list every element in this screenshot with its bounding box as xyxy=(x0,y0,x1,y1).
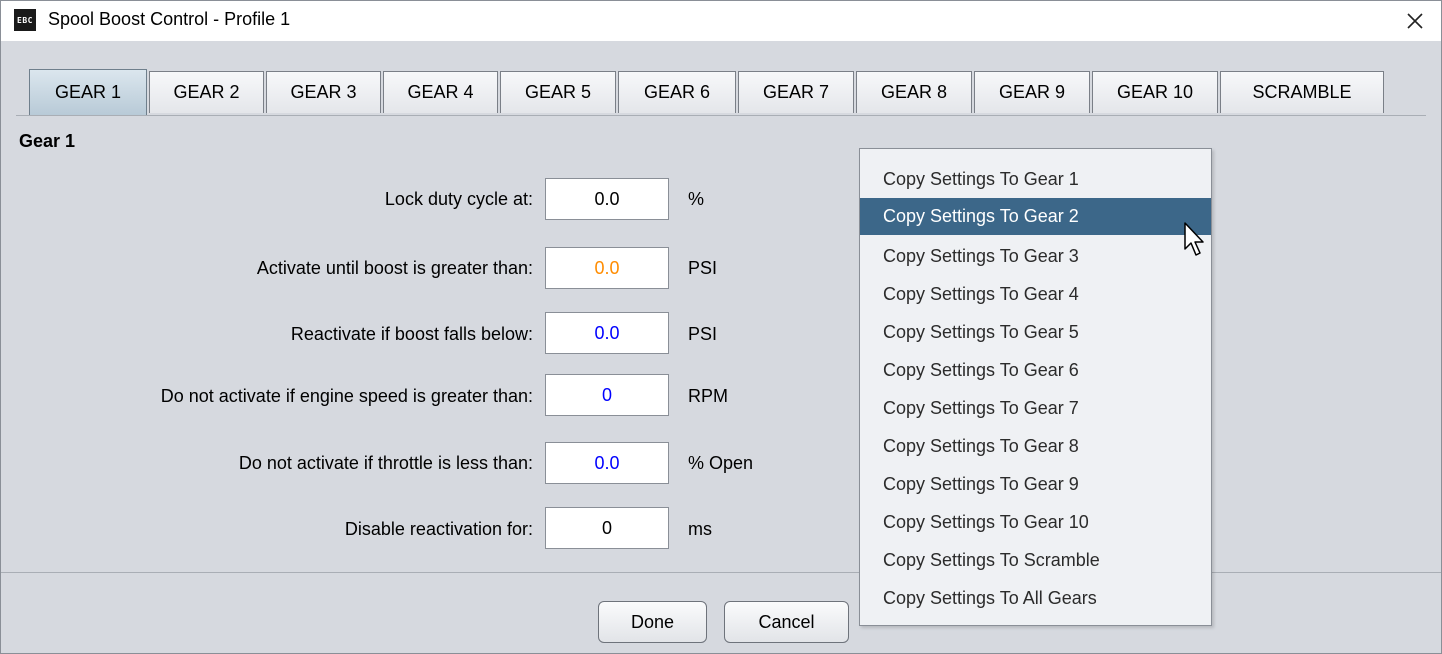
engine-speed-unit: RPM xyxy=(688,386,728,406)
cancel-button[interactable]: Cancel xyxy=(724,601,849,643)
section-title: Gear 1 xyxy=(19,131,76,151)
disable-reactivation-unit: ms xyxy=(688,519,712,539)
menu-item-copy-gear-5[interactable]: Copy Settings To Gear 5 xyxy=(860,314,1211,351)
tab-gear-5[interactable]: GEAR 5 xyxy=(500,71,616,113)
activate-until-boost-label: Activate until boost is greater than: xyxy=(256,258,533,278)
dialog-window: EBC Spool Boost Control - Profile 1 GEAR… xyxy=(0,0,1442,654)
close-button[interactable] xyxy=(1395,3,1435,39)
menu-item-copy-gear-10[interactable]: Copy Settings To Gear 10 xyxy=(860,504,1211,541)
tab-gear-4[interactable]: GEAR 4 xyxy=(383,71,498,113)
tab-gear-8[interactable]: GEAR 8 xyxy=(856,71,972,113)
tab-gear-9[interactable]: GEAR 9 xyxy=(974,71,1090,113)
throttle-value: 0.0 xyxy=(594,452,620,473)
reactivate-boost-input[interactable]: 0.0 xyxy=(545,312,669,354)
window-title: Spool Boost Control - Profile 1 xyxy=(48,9,291,29)
disable-reactivation-label: Disable reactivation for: xyxy=(344,519,533,539)
tab-gear-7[interactable]: GEAR 7 xyxy=(738,71,854,113)
menu-item-copy-gear-7[interactable]: Copy Settings To Gear 7 xyxy=(860,390,1211,427)
mouse-pointer-icon xyxy=(1184,222,1204,256)
lock-duty-cycle-label: Lock duty cycle at: xyxy=(384,189,533,209)
reactivate-boost-label: Reactivate if boost falls below: xyxy=(290,324,533,344)
menu-item-copy-all-gears[interactable]: Copy Settings To All Gears xyxy=(860,580,1211,617)
tab-gear-6[interactable]: GEAR 6 xyxy=(618,71,736,113)
button-bar-divider xyxy=(1,572,1441,573)
lock-duty-cycle-input[interactable]: 0.0 xyxy=(545,178,669,220)
tab-gear-2[interactable]: GEAR 2 xyxy=(149,71,264,113)
menu-item-copy-gear-1[interactable]: Copy Settings To Gear 1 xyxy=(860,161,1211,198)
app-icon: EBC xyxy=(14,9,36,31)
menu-item-copy-gear-6[interactable]: Copy Settings To Gear 6 xyxy=(860,352,1211,389)
menu-item-copy-gear-9[interactable]: Copy Settings To Gear 9 xyxy=(860,466,1211,503)
menu-item-copy-gear-2[interactable]: Copy Settings To Gear 2 xyxy=(860,198,1211,235)
close-icon xyxy=(1407,13,1423,29)
tab-panel-border xyxy=(16,115,1426,116)
reactivate-boost-unit: PSI xyxy=(688,324,718,344)
tab-gear-3[interactable]: GEAR 3 xyxy=(266,71,381,113)
tab-scramble[interactable]: SCRAMBLE xyxy=(1220,71,1384,113)
tab-gear-1[interactable]: GEAR 1 xyxy=(29,69,147,115)
activate-until-boost-unit: PSI xyxy=(688,258,718,278)
tab-gear-10[interactable]: GEAR 10 xyxy=(1092,71,1218,113)
menu-item-copy-gear-3[interactable]: Copy Settings To Gear 3 xyxy=(860,238,1211,275)
activate-until-boost-input[interactable]: 0.0 xyxy=(545,247,669,289)
activate-until-boost-value: 0.0 xyxy=(594,257,620,278)
done-button[interactable]: Done xyxy=(598,601,707,643)
lock-duty-cycle-unit: % xyxy=(688,189,705,209)
disable-reactivation-input[interactable]: 0 xyxy=(545,507,669,549)
copy-settings-menu: Copy Settings To Gear 1 Copy Settings To… xyxy=(859,148,1212,626)
menu-item-copy-gear-8[interactable]: Copy Settings To Gear 8 xyxy=(860,428,1211,465)
engine-speed-label: Do not activate if engine speed is great… xyxy=(160,386,533,406)
engine-speed-input[interactable]: 0 xyxy=(545,374,669,416)
throttle-input[interactable]: 0.0 xyxy=(545,442,669,484)
lock-duty-cycle-value: 0.0 xyxy=(594,188,620,209)
menu-item-copy-scramble[interactable]: Copy Settings To Scramble xyxy=(860,542,1211,579)
title-bar: EBC Spool Boost Control - Profile 1 xyxy=(1,1,1441,41)
engine-speed-value: 0 xyxy=(601,384,612,405)
throttle-label: Do not activate if throttle is less than… xyxy=(238,453,533,473)
menu-item-copy-gear-4[interactable]: Copy Settings To Gear 4 xyxy=(860,276,1211,313)
reactivate-boost-value: 0.0 xyxy=(594,322,620,343)
disable-reactivation-value: 0 xyxy=(601,517,612,538)
throttle-unit: % Open xyxy=(688,453,754,473)
